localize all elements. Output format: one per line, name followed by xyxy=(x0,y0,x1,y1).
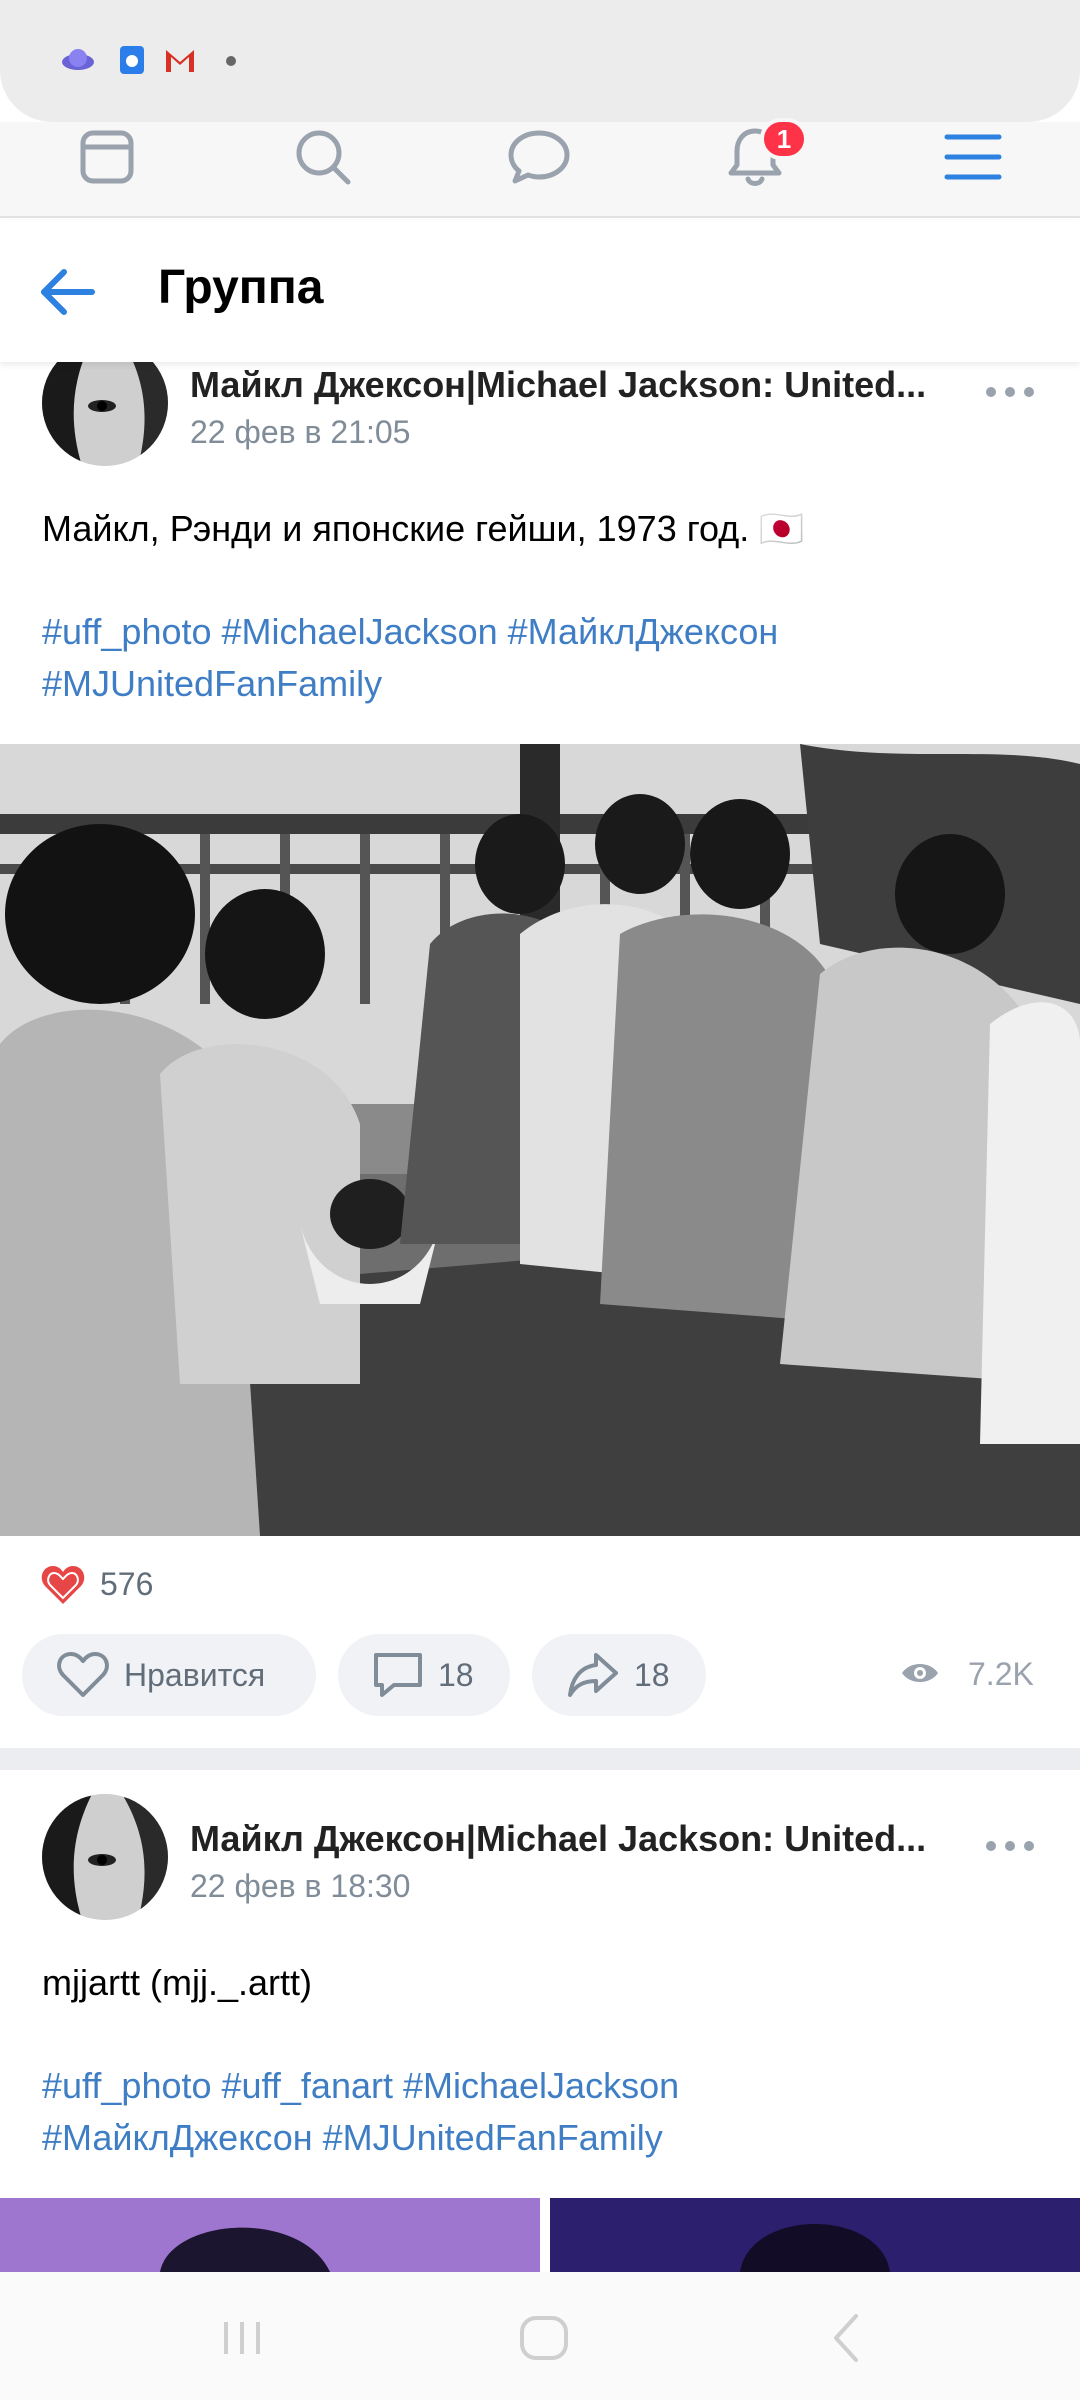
notification-dot-icon xyxy=(226,56,236,66)
post-photo[interactable] xyxy=(0,2198,540,2272)
likes-count[interactable]: 576 xyxy=(100,1566,153,1603)
messages-button[interactable] xyxy=(494,122,584,192)
hashtags-line[interactable]: #uff_photo #MichaelJackson #МайклДжексон xyxy=(42,606,1042,658)
home-icon[interactable] xyxy=(514,2308,574,2368)
more-dot-icon xyxy=(1024,387,1034,397)
more-dot-icon xyxy=(1005,387,1015,397)
share-button[interactable]: 18 xyxy=(532,1634,706,1716)
status-bar xyxy=(0,0,1080,122)
post-hashtags: #uff_photo #MichaelJackson #МайклДжексон… xyxy=(42,606,1042,710)
shares-count: 18 xyxy=(634,1656,670,1693)
views-eye-icon xyxy=(902,1664,938,1682)
more-dot-icon xyxy=(986,387,996,397)
post-author-avatar[interactable] xyxy=(42,1794,168,1920)
hashtags-line[interactable]: #uff_photo #uff_fanart #MichaelJackson xyxy=(42,2060,1042,2112)
browser-planet-icon xyxy=(62,49,94,70)
recent-apps-icon[interactable] xyxy=(212,2308,272,2368)
post-photo[interactable] xyxy=(0,744,1080,1536)
search-icon xyxy=(296,130,351,185)
post-text: Майкл, Рэнди и японские гейши, 1973 год.… xyxy=(42,508,805,549)
hashtags-line[interactable]: #MJUnitedFanFamily xyxy=(42,658,1042,710)
post-date: 22 фев в 21:05 xyxy=(190,414,411,450)
top-navigation xyxy=(0,122,1080,218)
back-arrow-icon[interactable] xyxy=(36,260,100,324)
post-author-name[interactable]: Майкл Джексон|Michael Jackson: United... xyxy=(190,364,950,406)
notifications-badge: 1 xyxy=(760,118,808,160)
views-count: 7.2K xyxy=(968,1656,1034,1692)
post-hashtags: #uff_photo #uff_fanart #MichaelJackson #… xyxy=(42,2060,1042,2164)
like-reaction-icon xyxy=(41,1566,85,1604)
back-icon[interactable] xyxy=(816,2308,876,2368)
page-header: Группа xyxy=(0,220,1080,362)
more-dot-icon xyxy=(1024,1841,1034,1851)
like-label: Нравится xyxy=(124,1656,266,1693)
like-button[interactable]: Нравится xyxy=(22,1634,316,1716)
post-author-name[interactable]: Майкл Джексон|Michael Jackson: United... xyxy=(190,1818,950,1860)
hashtags-line[interactable]: #МайклДжексон #MJUnitedFanFamily xyxy=(42,2112,1042,2164)
post-more-button[interactable] xyxy=(980,1826,1040,1866)
heart-outline-icon xyxy=(57,1652,109,1697)
messages-icon xyxy=(508,130,570,184)
feed-icon xyxy=(80,130,134,184)
more-dot-icon xyxy=(986,1841,996,1851)
menu-icon xyxy=(944,134,1002,180)
system-navigation-bar xyxy=(0,2272,1080,2400)
feed-button[interactable] xyxy=(62,122,152,192)
comments-count: 18 xyxy=(438,1656,474,1693)
more-dot-icon xyxy=(1005,1841,1015,1851)
calendar-app-icon xyxy=(120,46,144,74)
page-title: Группа xyxy=(158,261,324,314)
comment-icon xyxy=(374,1653,422,1697)
post-more-button[interactable] xyxy=(980,372,1040,412)
share-arrow-icon xyxy=(568,1653,618,1697)
gmail-icon xyxy=(166,50,194,72)
post-date: 22 фев в 18:30 xyxy=(190,1868,411,1904)
comments-button[interactable]: 18 xyxy=(338,1634,510,1716)
search-button[interactable] xyxy=(278,122,368,192)
post-photo[interactable] xyxy=(550,2198,1080,2272)
post-text: mjjartt (mjj._.artt) xyxy=(42,1962,312,2003)
menu-button[interactable] xyxy=(928,122,1018,192)
post-divider xyxy=(0,1748,1080,1770)
